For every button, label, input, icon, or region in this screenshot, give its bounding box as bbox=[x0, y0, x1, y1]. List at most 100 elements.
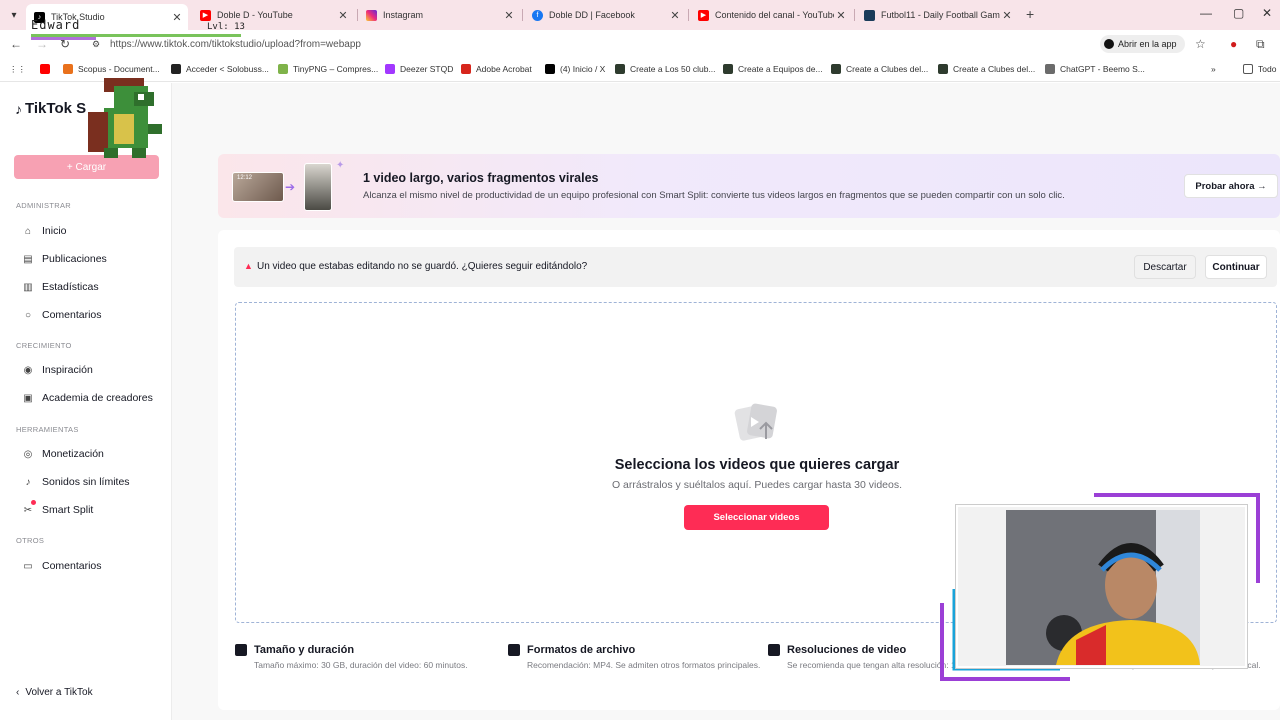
site-info-icon[interactable]: ⚙ bbox=[92, 39, 100, 50]
bookmark-star-icon[interactable]: ☆ bbox=[1195, 37, 1206, 51]
sidebar: ♪ TikTok S + Cargar Administrar ⌂ Inicio… bbox=[0, 83, 172, 720]
home-icon: ⌂ bbox=[24, 225, 32, 237]
tab-separator bbox=[522, 9, 523, 21]
open-in-app-button[interactable]: Abrir en la app bbox=[1100, 35, 1185, 53]
maximize-icon[interactable]: ▢ bbox=[1233, 6, 1244, 20]
pixel-dragon-mascot bbox=[88, 78, 162, 158]
sidebar-item-label: Sonidos sin límites bbox=[42, 476, 130, 488]
bookmark-item[interactable]: TinyPNG – Compres... bbox=[278, 64, 378, 74]
bookmark-favicon-icon bbox=[461, 64, 471, 74]
resolution-icon bbox=[768, 644, 780, 656]
back-to-tiktok-link[interactable]: ‹ Volver a TikTok bbox=[16, 687, 93, 698]
all-bookmarks-label: Todo bbox=[1258, 64, 1277, 74]
feedback-icon: ▭ bbox=[23, 560, 33, 572]
unsaved-draft-alert: ▲ Un video que estabas editando no se gu… bbox=[234, 247, 1277, 287]
url-text[interactable]: https://www.tiktok.com/tiktokstudio/uplo… bbox=[110, 39, 361, 50]
continue-button[interactable]: Continuar bbox=[1205, 255, 1267, 279]
info-text: Recomendación: MP4. Se admiten otros for… bbox=[527, 660, 761, 670]
bookmark-favicon-icon bbox=[831, 64, 841, 74]
sidebar-item-label: Inspiración bbox=[42, 364, 93, 376]
tab-youtube-content[interactable]: ▶ Contenido del canal - YouTube ✕ bbox=[690, 4, 852, 26]
monetization-icon: ◎ bbox=[23, 448, 33, 460]
bookmark-label: Create a Equipos de... bbox=[738, 64, 823, 74]
webcam-video-feed bbox=[1006, 510, 1200, 665]
sidebar-item-inicio[interactable]: ⌂ Inicio bbox=[22, 222, 67, 240]
bookmark-label: (4) Inicio / X bbox=[560, 64, 606, 74]
sidebar-item-comentarios-otros[interactable]: ▭ Comentarios bbox=[22, 557, 102, 575]
top-bar bbox=[172, 83, 1280, 131]
tab-futbol11[interactable]: Futbol11 - Daily Football Game ✕ bbox=[856, 4, 1018, 26]
music-note-icon: ♪ bbox=[25, 476, 31, 488]
try-now-button[interactable]: Probar ahora → bbox=[1184, 174, 1278, 198]
bookmark-favicon-icon bbox=[615, 64, 625, 74]
bookmark-item[interactable]: (4) Inicio / X bbox=[545, 64, 605, 74]
back-link-label: Volver a TikTok bbox=[25, 687, 93, 698]
extensions-icon[interactable]: ⧉ bbox=[1256, 37, 1265, 52]
tab-search-chevron-icon[interactable]: ▾ bbox=[6, 7, 22, 23]
sidebar-item-label: Comentarios bbox=[42, 309, 102, 321]
bookmark-item[interactable]: Create a Equipos de... bbox=[723, 64, 823, 74]
tiktok-icon bbox=[1104, 39, 1114, 49]
bookmark-item[interactable]: Create a Clubes del... bbox=[831, 64, 928, 74]
bookmark-item[interactable]: ChatGPT - Beemo S... bbox=[1045, 64, 1145, 74]
tab-title: Contenido del canal - YouTube bbox=[715, 10, 834, 20]
info-title: Tamaño y duración bbox=[254, 644, 355, 656]
instagram-icon bbox=[366, 9, 377, 21]
streamer-level: Lvl: 13 bbox=[207, 22, 245, 32]
youtube-icon: ▶ bbox=[200, 9, 211, 21]
bookmark-item[interactable]: Create a Clubes del... bbox=[938, 64, 1035, 74]
bookmark-label: Create a Clubes del... bbox=[953, 64, 1036, 74]
tab-instagram[interactable]: Instagram ✕ bbox=[358, 4, 520, 26]
tiktok-note-icon: ♪ bbox=[15, 100, 22, 117]
sidebar-item-monetizacion[interactable]: ◎ Monetización bbox=[22, 445, 104, 463]
bookmark-item[interactable]: Deezer STQD bbox=[385, 64, 453, 74]
tab-facebook[interactable]: f Doble DD | Facebook ✕ bbox=[524, 4, 686, 26]
folder-icon bbox=[1243, 64, 1253, 74]
close-tab-icon[interactable]: ✕ bbox=[170, 11, 184, 24]
comment-icon: ○ bbox=[24, 309, 32, 321]
opera-extension-icon[interactable]: ● bbox=[1230, 37, 1237, 51]
sidebar-item-label: Academia de creadores bbox=[42, 392, 153, 404]
discard-button[interactable]: Descartar bbox=[1134, 255, 1196, 279]
close-tab-icon[interactable]: ✕ bbox=[1000, 9, 1014, 22]
tab-title: Doble D - YouTube bbox=[217, 10, 293, 20]
sidebar-item-sonidos[interactable]: ♪ Sonidos sin límites bbox=[22, 473, 130, 491]
bookmark-item[interactable]: Acceder < Solobuss... bbox=[171, 64, 269, 74]
sidebar-item-estadisticas[interactable]: ▥ Estadísticas bbox=[22, 278, 98, 296]
sidebar-item-label: Publicaciones bbox=[42, 253, 107, 265]
promo-video-thumbnail: 12:12 bbox=[232, 172, 284, 202]
close-tab-icon[interactable]: ✕ bbox=[668, 9, 682, 22]
close-tab-icon[interactable]: ✕ bbox=[336, 9, 350, 22]
bookmark-youtube[interactable] bbox=[40, 64, 55, 74]
sidebar-item-label: Comentarios bbox=[42, 560, 102, 572]
close-window-icon[interactable]: ✕ bbox=[1262, 6, 1272, 20]
promo-description: Alcanza el mismo nivel de productividad … bbox=[363, 190, 1065, 201]
close-tab-icon[interactable]: ✕ bbox=[502, 9, 516, 22]
section-title-administrar: Administrar bbox=[16, 201, 71, 210]
xp-bar-accent bbox=[31, 37, 96, 40]
back-arrow-icon[interactable]: ← bbox=[10, 37, 22, 51]
more-bookmarks-chevron-icon[interactable]: » bbox=[1211, 64, 1216, 74]
sidebar-item-comentarios[interactable]: ○ Comentarios bbox=[22, 306, 102, 324]
close-tab-icon[interactable]: ✕ bbox=[834, 9, 848, 22]
sidebar-item-publicaciones[interactable]: ▤ Publicaciones bbox=[22, 250, 107, 268]
promo-thumb-time: 12:12 bbox=[237, 175, 253, 181]
new-tab-plus-icon[interactable]: + bbox=[1026, 6, 1034, 22]
info-title: Formatos de archivo bbox=[527, 644, 636, 656]
all-bookmarks[interactable]: Todo bbox=[1243, 64, 1276, 74]
youtube-icon: ▶ bbox=[698, 9, 709, 21]
apps-grid-icon[interactable]: ⋮⋮ bbox=[9, 64, 26, 75]
tab-title: Instagram bbox=[383, 10, 424, 20]
bookmark-item[interactable]: Adobe Acrobat bbox=[461, 64, 532, 74]
info-text: Tamaño máximo: 30 GB, duración del video… bbox=[254, 660, 468, 670]
select-videos-button[interactable]: Seleccionar videos bbox=[684, 505, 829, 530]
sidebar-item-inspiracion[interactable]: ◉ Inspiración bbox=[22, 361, 93, 379]
streamer-name-overlay: Edward bbox=[31, 18, 81, 32]
bookmark-item[interactable]: Create a Los 50 club... bbox=[615, 64, 716, 74]
info-file-formats: Formatos de archivo Recomendación: MP4. … bbox=[508, 644, 778, 672]
alert-text: Un video que estabas editando no se guar… bbox=[257, 261, 588, 272]
file-format-icon bbox=[508, 644, 520, 656]
sidebar-item-academia[interactable]: ▣ Academia de creadores bbox=[22, 389, 153, 407]
minimize-icon[interactable]: — bbox=[1200, 6, 1212, 20]
browser-tab-strip: ▾ ♪ TikTok Studio ✕ ▶ Doble D - YouTube … bbox=[0, 0, 1280, 30]
